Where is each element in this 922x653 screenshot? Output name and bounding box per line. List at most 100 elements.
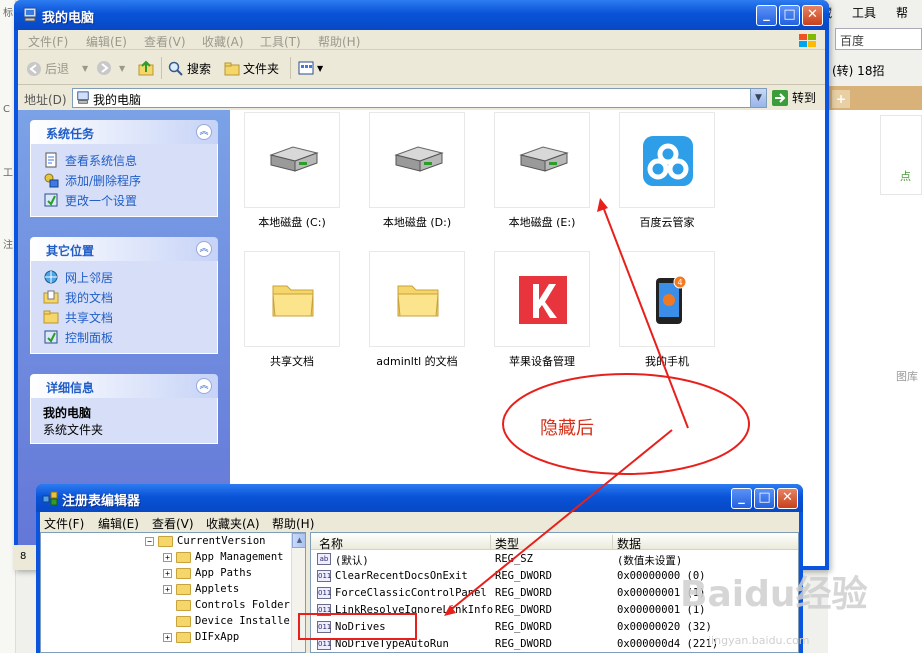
- system-tasks-header[interactable]: 系统任务 ︽: [30, 120, 218, 144]
- registry-menu-edit[interactable]: 编辑(E): [98, 515, 139, 532]
- folders-button[interactable]: 文件夹: [224, 60, 279, 77]
- collapse-icon[interactable]: ︽: [196, 241, 212, 257]
- new-tab-button[interactable]: +: [832, 90, 850, 108]
- background-menu-item[interactable]: 工具: [852, 4, 876, 21]
- expand-icon[interactable]: +: [163, 552, 172, 562]
- folder-icon: [176, 567, 191, 579]
- my-phone-tile[interactable]: 4: [619, 251, 715, 347]
- drive-c-tile[interactable]: [244, 112, 340, 208]
- maximize-button[interactable]: □: [779, 5, 800, 26]
- column-header-data[interactable]: 数据: [617, 535, 798, 551]
- admin-docs-tile[interactable]: [369, 251, 465, 347]
- back-button[interactable]: 后退 ▼: [26, 60, 88, 77]
- folder-icon: [176, 599, 191, 611]
- apple-manager-tile[interactable]: [494, 251, 590, 347]
- address-label: 地址(D): [24, 93, 67, 107]
- value-type: REG_DWORD: [495, 587, 552, 599]
- collapse-icon[interactable]: ︽: [196, 124, 212, 140]
- minimize-button[interactable]: _: [756, 5, 777, 26]
- drive-d-tile[interactable]: [369, 112, 465, 208]
- address-input[interactable]: 我的电脑: [72, 88, 767, 108]
- expand-icon[interactable]: +: [163, 632, 172, 642]
- title-bar[interactable]: 我的电脑 _ □ ✕: [14, 0, 829, 30]
- expand-icon[interactable]: +: [163, 584, 172, 594]
- search-button[interactable]: 搜索: [168, 60, 211, 77]
- forward-dropdown-icon[interactable]: ▼: [119, 64, 125, 73]
- change-setting-link[interactable]: 更改一个设置: [43, 190, 207, 210]
- other-places-title: 其它位置: [46, 244, 95, 258]
- tree-node[interactable]: + App Paths: [163, 567, 252, 579]
- close-button[interactable]: ✕: [802, 5, 823, 26]
- registry-title-bar[interactable]: 注册表编辑器 _ □ ✕: [36, 484, 803, 512]
- folder-open-icon: [158, 535, 173, 547]
- tree-node[interactable]: − CurrentVersion: [145, 535, 266, 547]
- annotation-label: 隐藏后: [540, 418, 594, 439]
- details-name: 我的电脑: [43, 406, 92, 420]
- registry-maximize-button[interactable]: □: [754, 488, 775, 509]
- registry-minimize-button[interactable]: _: [731, 488, 752, 509]
- control-panel-link[interactable]: 控制面板: [43, 327, 207, 347]
- registry-close-button[interactable]: ✕: [777, 488, 798, 509]
- background-menu-item[interactable]: 帮: [896, 4, 908, 21]
- details-header[interactable]: 详细信息 ︽: [30, 374, 218, 398]
- apple-manager-icon: [519, 276, 567, 324]
- views-button[interactable]: ▼: [298, 60, 323, 76]
- tree-node-label: CurrentVersion: [177, 535, 266, 547]
- registry-tree: − CurrentVersion + App Management + App …: [40, 532, 306, 653]
- tree-node-label: DIFxApp: [195, 631, 240, 643]
- svg-text:4: 4: [677, 278, 682, 287]
- baidu-watermark-url: jingyan.baidu.com: [708, 634, 810, 647]
- tree-node[interactable]: Controls Folder: [176, 599, 290, 611]
- back-arrow-icon: [27, 61, 41, 76]
- value-name: ForceClassicControlPanel: [335, 587, 487, 599]
- collapse-icon[interactable]: −: [145, 536, 154, 546]
- shared-documents-label: 共享文档: [65, 310, 114, 325]
- folder-icon: [224, 62, 240, 75]
- menu-tools[interactable]: 工具(T): [260, 33, 301, 50]
- shared-documents-link[interactable]: 共享文档: [43, 307, 207, 327]
- details-type: 系统文件夹: [43, 423, 104, 437]
- registry-menu-help[interactable]: 帮助(H): [272, 515, 314, 532]
- menu-edit[interactable]: 编辑(E): [86, 33, 127, 50]
- menu-help[interactable]: 帮助(H): [318, 33, 360, 50]
- registry-menu-view[interactable]: 查看(V): [152, 515, 194, 532]
- value-data: 0x000000d4 (221): [617, 638, 719, 650]
- go-button[interactable]: 转到: [772, 89, 816, 106]
- registry-menu-file[interactable]: 文件(F): [44, 515, 84, 532]
- change-setting-label: 更改一个设置: [65, 193, 138, 208]
- network-places-link[interactable]: 网上邻居: [43, 267, 207, 287]
- menu-file[interactable]: 文件(F): [28, 33, 68, 50]
- tree-node[interactable]: + Applets: [163, 583, 239, 595]
- my-documents-label: 我的文档: [65, 290, 114, 305]
- toolbar-separator: [290, 57, 291, 79]
- add-remove-programs-icon: [44, 173, 59, 188]
- background-bookmark-bar[interactable]: (转) 18招: [828, 58, 922, 80]
- computer-icon: [23, 7, 37, 22]
- column-header-type[interactable]: 类型: [495, 535, 613, 551]
- collapse-icon[interactable]: ︽: [196, 378, 212, 394]
- column-header-name[interactable]: 名称: [319, 535, 491, 551]
- menu-view[interactable]: 查看(V): [144, 33, 186, 50]
- other-places-header[interactable]: 其它位置 ︽: [30, 237, 218, 261]
- background-search-box[interactable]: 百度: [835, 28, 922, 50]
- back-dropdown-icon[interactable]: ▼: [82, 64, 88, 73]
- tree-node[interactable]: + DIFxApp: [163, 631, 239, 643]
- menu-favorites[interactable]: 收藏(A): [202, 33, 244, 50]
- add-remove-programs-link[interactable]: 添加/删除程序: [43, 170, 207, 190]
- forward-arrow-icon: [97, 61, 111, 75]
- registry-menu-favorites[interactable]: 收藏夹(A): [206, 515, 260, 532]
- expand-icon[interactable]: +: [163, 568, 172, 578]
- forward-button[interactable]: ▼: [96, 60, 125, 76]
- shared-docs-tile[interactable]: [244, 251, 340, 347]
- my-documents-link[interactable]: 我的文档: [43, 287, 207, 307]
- baidu-cloud-tile[interactable]: [619, 112, 715, 208]
- views-dropdown-icon[interactable]: ▼: [317, 64, 323, 73]
- address-dropdown-button[interactable]: ▼: [750, 89, 766, 107]
- drive-e-tile[interactable]: [494, 112, 590, 208]
- tree-node[interactable]: + App Management: [163, 551, 284, 563]
- up-folder-button[interactable]: [138, 60, 154, 76]
- toolbar: 后退 ▼ ▼ 搜索 文件夹 ▼: [18, 51, 825, 85]
- tree-node[interactable]: Device Installe: [176, 615, 290, 627]
- scroll-up-icon[interactable]: ▲: [292, 533, 305, 548]
- view-system-info-link[interactable]: 查看系统信息: [43, 150, 207, 170]
